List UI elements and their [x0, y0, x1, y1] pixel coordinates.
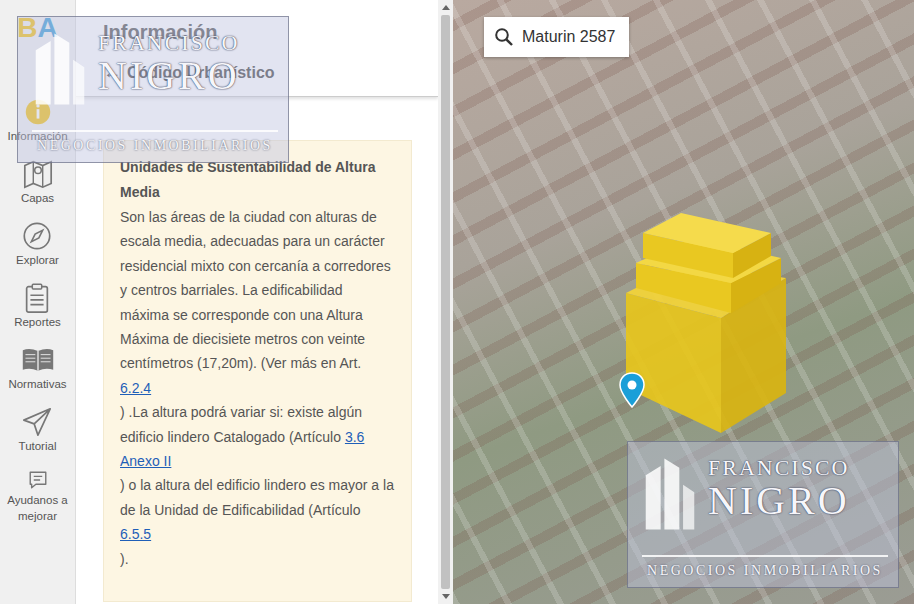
towers-logo-icon	[32, 31, 88, 107]
watermark-tagline: NEGOCIOS INMOBILIARIOS	[32, 138, 278, 154]
info-card: Unidades de Sustentabilidad de Altura Me…	[103, 140, 412, 602]
paper-plane-icon	[20, 406, 54, 438]
sidebar-item[interactable]: Información	[7, 96, 67, 144]
scrollbar[interactable]	[438, 0, 453, 604]
back-arrow-icon: ←	[103, 62, 121, 83]
watermark: FRANCISCONIGRO NEGOCIOS INMOBILIARIOS	[17, 16, 289, 163]
search-icon	[494, 27, 514, 47]
map-pin-icon[interactable]	[619, 372, 645, 408]
breadcrumb: Código Urbanístico	[127, 64, 275, 82]
search-text: Maturin 2587	[522, 28, 615, 46]
sidebar-label: Explorar	[16, 252, 59, 268]
sidebar-label: Capas	[21, 190, 54, 206]
sidebar-label: Ayudanos a mejorar	[3, 492, 73, 524]
sidebar-item[interactable]: Explorar	[16, 220, 59, 268]
sidebar-item[interactable]: Ayudanos a mejorar	[3, 468, 73, 524]
building-volume	[621, 208, 801, 438]
sidebar-item[interactable]: Tutorial	[19, 406, 57, 454]
sidebar-item[interactable]: Reportes	[14, 282, 61, 330]
sidebar-item[interactable]: Capas	[21, 158, 55, 206]
watermark: FRANCISCONIGRO NEGOCIOS INMOBILIARIOS	[627, 441, 899, 588]
watermark-line: FRANCISCO	[708, 456, 888, 480]
watermark-name: NIGRO	[98, 55, 278, 97]
card-text: Son las áreas de la ciudad con alturas d…	[120, 205, 395, 571]
scroll-down-icon[interactable]	[442, 594, 450, 599]
sidebar-label: Información	[7, 128, 67, 144]
ba-logo[interactable]: BA	[17, 12, 57, 48]
scroll-up-icon[interactable]	[442, 5, 450, 10]
article-link[interactable]: 6.5.5	[120, 526, 151, 542]
watermark-name: NIGRO	[708, 480, 888, 522]
compass-icon	[20, 220, 54, 252]
watermark-tagline: NEGOCIOS INMOBILIARIOS	[642, 563, 888, 579]
app: BA Información Capas Explorar Reportes Normat…	[0, 0, 914, 604]
map-layers-icon	[21, 158, 55, 190]
towers-logo-icon	[642, 456, 698, 532]
back-link[interactable]: ← Código Urbanístico	[103, 62, 438, 83]
panel-header: Información ← Código Urbanístico	[76, 0, 438, 97]
sidebar-label: Normativas	[8, 376, 66, 392]
book-icon	[21, 344, 55, 376]
info-panel: Información ← Código Urbanístico Unidades d…	[76, 0, 438, 604]
info-icon	[21, 96, 55, 128]
map-view[interactable]: Maturin 2587	[453, 0, 914, 604]
clipboard-icon	[20, 282, 54, 314]
chat-icon	[26, 468, 50, 492]
sidebar: BA Información Capas Explorar Reportes Normat…	[0, 0, 76, 604]
sidebar-label: Tutorial	[19, 438, 57, 454]
watermark-line: FRANCISCO	[98, 31, 278, 55]
card-title: Unidades de Sustentabilidad de Altura Me…	[120, 155, 395, 205]
scroll-thumb[interactable]	[441, 15, 450, 589]
sidebar-item[interactable]: Normativas	[8, 344, 66, 392]
panel-title: Información	[103, 18, 438, 46]
sidebar-label: Reportes	[14, 314, 61, 330]
search-box[interactable]: Maturin 2587	[484, 17, 629, 57]
article-link[interactable]: 6.2.4	[120, 380, 151, 396]
